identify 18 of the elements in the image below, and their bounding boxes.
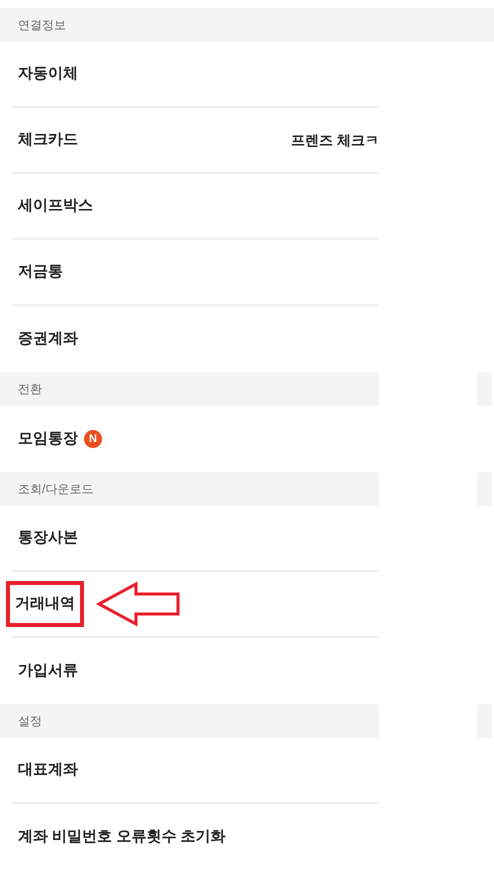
section-title: 전환 bbox=[18, 381, 42, 398]
menu-item[interactable]: 계좌 비밀번호 오류횟수 초기화 bbox=[18, 826, 226, 848]
card-name: 프렌즈 체크ㅋ bbox=[291, 130, 379, 150]
menu-item[interactable]: 증권계좌 bbox=[18, 328, 78, 350]
section-title: 연결정보 bbox=[18, 17, 66, 34]
menu-item[interactable]: 세이프박스 bbox=[18, 194, 93, 218]
new-badge: N bbox=[84, 430, 102, 448]
highlighted-menu-item[interactable]: 거래내역 bbox=[6, 580, 84, 628]
menu-item[interactable]: 모임통장 bbox=[18, 428, 78, 450]
section-title: 설정 bbox=[18, 713, 42, 730]
section-title: 조회/다운로드 bbox=[18, 481, 94, 498]
menu-item[interactable]: 체크카드 bbox=[18, 128, 78, 152]
menu-item[interactable]: 저금통 bbox=[18, 260, 63, 284]
menu-item[interactable]: 가입서류 bbox=[18, 660, 78, 682]
menu-item[interactable]: 자동이체 bbox=[18, 62, 78, 86]
arrow-icon bbox=[96, 581, 182, 627]
menu-item[interactable]: 대표계좌 bbox=[18, 758, 78, 782]
menu-item[interactable]: 통장사본 bbox=[18, 526, 78, 550]
